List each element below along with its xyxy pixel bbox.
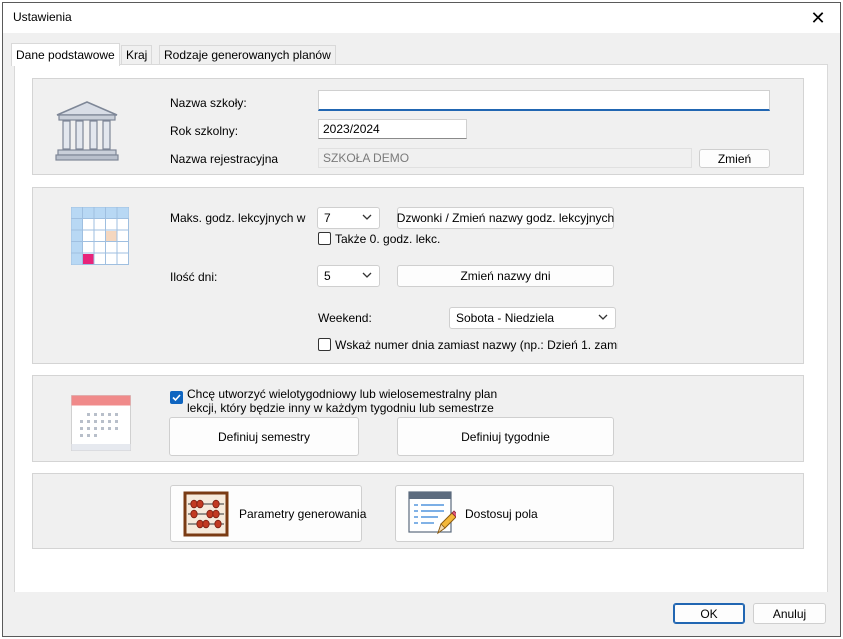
close-button[interactable]: ✕ bbox=[796, 3, 840, 33]
abacus-icon bbox=[183, 491, 229, 537]
zero-hour-checkbox[interactable] bbox=[318, 232, 331, 245]
customize-fields-label: Dostosuj pola bbox=[465, 507, 538, 521]
weekend-select[interactable]: Sobota - Niedziela bbox=[449, 307, 616, 329]
window-title: Ustawienia bbox=[13, 10, 72, 24]
tab-plan-types[interactable]: Rodzaje generowanych planów bbox=[159, 45, 336, 65]
chevron-down-icon bbox=[362, 214, 372, 220]
school-building-icon bbox=[55, 101, 119, 161]
settings-dialog: Ustawienia ✕ Dane podstawowe Kraj Rodzaj… bbox=[2, 2, 841, 637]
close-icon: ✕ bbox=[810, 7, 826, 28]
weekend-value: Sobota - Niedziela bbox=[456, 311, 555, 325]
define-semesters-button[interactable]: Definiuj semestry bbox=[169, 417, 359, 456]
timetable-grid-icon bbox=[71, 207, 129, 265]
max-hours-value: 7 bbox=[324, 211, 331, 225]
show-day-number-label: Wskaż numer dnia zamiast nazwy (np.: Dzi… bbox=[335, 338, 618, 352]
hours-days-group: Maks. godz. lekcyjnych w 7 Dzwonki / Zmi… bbox=[32, 187, 804, 364]
tab-label: Dane podstawowe bbox=[16, 48, 115, 62]
tab-country[interactable]: Kraj bbox=[121, 45, 153, 65]
chevron-down-icon bbox=[362, 272, 372, 278]
chevron-down-icon bbox=[598, 314, 608, 320]
title-bar: Ustawienia ✕ bbox=[3, 3, 840, 33]
days-count-select[interactable]: 5 bbox=[317, 265, 380, 287]
days-count-value: 5 bbox=[324, 269, 331, 283]
multi-week-plan-label-line1: Chcę utworzyć wielotygodniowy lub wielos… bbox=[187, 387, 498, 401]
days-count-label: Ilość dni: bbox=[170, 270, 218, 284]
school-name-input[interactable] bbox=[318, 90, 770, 111]
rename-days-button[interactable]: Zmień nazwy dni bbox=[397, 265, 614, 287]
tools-group: Parametry generowania Dostosuj pola bbox=[32, 473, 804, 549]
calendar-icon bbox=[71, 395, 131, 451]
school-data-group: Nazwa szkoły: Rok szkolny: 2023/2024 Naz… bbox=[32, 78, 804, 175]
edit-document-icon bbox=[408, 491, 456, 535]
generation-parameters-button[interactable]: Parametry generowania bbox=[170, 485, 366, 542]
multi-week-plan-checkbox[interactable] bbox=[170, 391, 183, 404]
max-hours-label: Maks. godz. lekcyjnych w bbox=[170, 211, 306, 225]
bells-rename-hours-button[interactable]: Dzwonki / Zmień nazwy godz. lekcyjnych bbox=[397, 207, 614, 229]
show-day-number-checkbox[interactable] bbox=[318, 338, 331, 351]
registration-name-input: SZKOŁA DEMO bbox=[318, 148, 692, 168]
weekend-label: Weekend: bbox=[318, 311, 372, 325]
generation-parameters-label: Parametry generowania bbox=[239, 507, 367, 521]
school-name-label: Nazwa szkoły: bbox=[170, 96, 247, 110]
tab-basic-data[interactable]: Dane podstawowe bbox=[11, 43, 120, 66]
school-year-label: Rok szkolny: bbox=[170, 124, 239, 138]
cancel-button[interactable]: Anuluj bbox=[753, 603, 826, 624]
max-hours-select[interactable]: 7 bbox=[317, 207, 380, 229]
tab-label: Rodzaje generowanych planów bbox=[164, 48, 331, 62]
dialog-footer: OK Anuluj bbox=[3, 592, 840, 636]
zero-hour-label: Także 0. godz. lekc. bbox=[335, 232, 441, 246]
registration-name-label: Nazwa rejestracyjna bbox=[170, 152, 279, 166]
tab-page-basic-data: Nazwa szkoły: Rok szkolny: 2023/2024 Naz… bbox=[14, 64, 828, 593]
customize-fields-button[interactable]: Dostosuj pola bbox=[395, 485, 614, 542]
tab-label: Kraj bbox=[126, 48, 148, 62]
multi-week-plan-label-line2: lekcji, który będzie inny w każdym tygod… bbox=[187, 401, 494, 415]
change-registration-button[interactable]: Zmień bbox=[699, 149, 770, 168]
school-year-input[interactable]: 2023/2024 bbox=[318, 119, 467, 139]
semesters-weeks-group: Chcę utworzyć wielotygodniowy lub wielos… bbox=[32, 375, 804, 462]
define-weeks-button[interactable]: Definiuj tygodnie bbox=[397, 417, 614, 456]
checkmark-icon bbox=[172, 394, 181, 402]
ok-button[interactable]: OK bbox=[673, 603, 745, 624]
